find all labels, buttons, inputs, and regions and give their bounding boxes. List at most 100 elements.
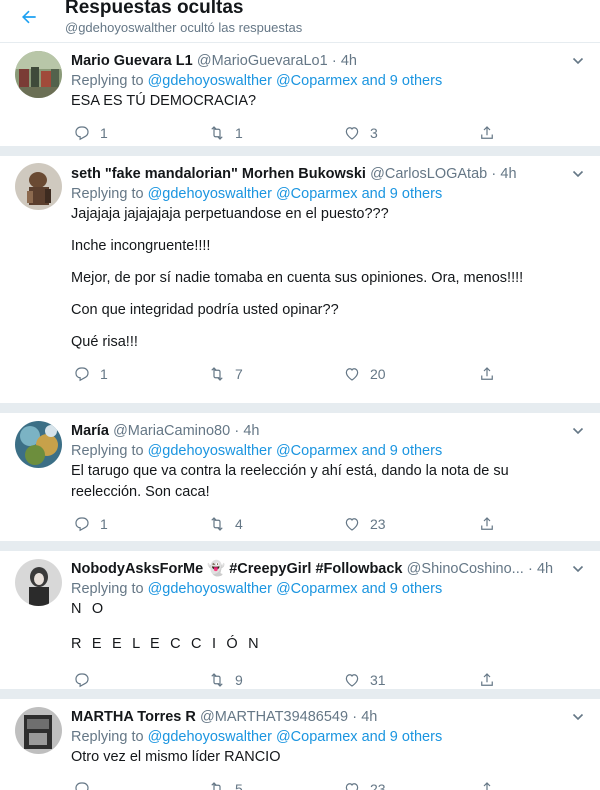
author-name[interactable]: María <box>71 423 109 439</box>
tweet[interactable]: Mario Guevara L1 @MarioGuevaraLo1 · 4h R… <box>0 43 600 156</box>
avatar[interactable] <box>15 559 62 606</box>
share-icon <box>481 673 493 686</box>
share-button[interactable] <box>476 365 516 383</box>
avatar[interactable] <box>15 421 62 468</box>
retweet-button[interactable]: 7 <box>206 365 341 383</box>
like-button[interactable]: 20 <box>341 365 476 383</box>
share-icon <box>481 367 493 380</box>
timestamp[interactable]: 4h <box>537 561 553 577</box>
like-count: 23 <box>370 781 386 790</box>
replying-links[interactable]: @gdehoyoswalther @Coparmex and 9 others <box>148 581 443 597</box>
like-button[interactable]: 31 <box>341 671 476 689</box>
replying-links[interactable]: @gdehoyoswalther @Coparmex and 9 others <box>148 443 443 459</box>
tweet-actions: 9 31 <box>71 663 580 697</box>
retweet-count: 1 <box>235 125 243 141</box>
chevron-down-icon[interactable] <box>572 563 584 575</box>
page-title: Respuestas ocultas <box>65 0 244 18</box>
back-button[interactable] <box>16 4 42 30</box>
replying-prefix: Replying to <box>71 73 148 89</box>
heart-icon <box>345 368 359 381</box>
tweet[interactable]: NobodyAsksForMe 👻 #CreepyGirl #Followbac… <box>0 551 600 699</box>
separator-dot: · <box>527 561 533 577</box>
page-header: Respuestas ocultas @gdehoyoswalther ocul… <box>0 0 600 43</box>
avatar[interactable] <box>15 707 62 754</box>
heart-icon <box>345 127 359 140</box>
author-name[interactable]: seth "fake mandalorian" Morhen Bukowski <box>71 166 366 182</box>
reply-icon <box>75 782 89 790</box>
like-count: 3 <box>370 125 378 141</box>
tweet-paragraph: N O <box>71 601 107 617</box>
replying-to: Replying to @gdehoyoswalther @Coparmex a… <box>71 184 580 204</box>
retweet-count: 4 <box>235 516 243 532</box>
tweet[interactable]: María @MariaCamino80 · 4h Replying to @g… <box>0 413 600 551</box>
replying-prefix: Replying to <box>71 443 148 459</box>
chevron-down-icon[interactable] <box>572 711 584 723</box>
retweet-button[interactable]: 5 <box>206 780 341 790</box>
heart-icon <box>345 518 359 531</box>
author-handle[interactable]: @MARTHAT39486549 <box>200 709 348 725</box>
tweet-text: Otro vez el mismo líder RANCIO <box>71 747 580 768</box>
reply-icon <box>75 673 89 688</box>
tweet-actions: 1 4 23 <box>71 507 580 541</box>
heart-icon <box>345 783 359 790</box>
tweet-paragraph: Otro vez el mismo líder RANCIO <box>71 749 281 765</box>
like-button[interactable]: 23 <box>341 515 476 533</box>
reply-button[interactable] <box>71 671 206 689</box>
retweet-icon <box>211 517 223 531</box>
avatar[interactable] <box>15 163 62 210</box>
like-count: 31 <box>370 672 386 688</box>
timestamp[interactable]: 4h <box>341 53 357 69</box>
retweet-button[interactable]: 9 <box>206 671 341 689</box>
replying-prefix: Replying to <box>71 186 148 202</box>
timestamp[interactable]: 4h <box>361 709 377 725</box>
share-button[interactable] <box>476 671 516 689</box>
chevron-down-icon[interactable] <box>572 55 584 67</box>
share-icon <box>481 517 493 530</box>
timestamp[interactable]: 4h <box>500 166 516 182</box>
author-handle[interactable]: @CarlosLOGAtab <box>370 166 487 182</box>
reply-button[interactable]: 1 <box>71 515 206 533</box>
like-count: 23 <box>370 516 386 532</box>
like-count: 20 <box>370 366 386 382</box>
tweet-paragraph: Inche incongruente!!!! <box>71 238 211 254</box>
retweet-icon <box>211 782 221 790</box>
reply-count: 1 <box>100 366 108 382</box>
replying-prefix: Replying to <box>71 581 148 597</box>
tweet-actions: 1 1 3 <box>71 116 580 150</box>
author-handle[interactable]: @MariaCamino80 <box>113 423 230 439</box>
tweet[interactable]: seth "fake mandalorian" Morhen Bukowski … <box>0 156 600 413</box>
avatar[interactable] <box>15 51 62 98</box>
retweet-button[interactable]: 1 <box>206 124 341 142</box>
timestamp[interactable]: 4h <box>243 423 259 439</box>
reply-button[interactable]: 1 <box>71 365 206 383</box>
tweet-paragraph: Qué risa!!! <box>71 334 138 350</box>
retweet-button[interactable]: 4 <box>206 515 341 533</box>
author-name[interactable]: Mario Guevara L1 <box>71 53 193 69</box>
like-button[interactable]: 23 <box>341 780 476 790</box>
replying-links[interactable]: @gdehoyoswalther @Coparmex and 9 others <box>148 73 443 89</box>
share-button[interactable] <box>476 515 516 533</box>
tweet-paragraph: Jajajaja jajajajaja perpetuandose en el … <box>71 206 389 222</box>
separator-dot: · <box>234 423 240 439</box>
replying-links[interactable]: @gdehoyoswalther @Coparmex and 9 others <box>148 729 443 745</box>
chevron-down-icon[interactable] <box>572 425 584 437</box>
chevron-down-icon[interactable] <box>572 168 584 180</box>
reply-icon <box>75 517 89 532</box>
tweet-paragraph: Con que integridad podría usted opinar?? <box>71 302 339 318</box>
share-button[interactable] <box>476 780 516 790</box>
author-name[interactable]: MARTHA Torres R <box>71 709 196 725</box>
author-handle[interactable]: @ShinoCoshino... <box>407 561 524 577</box>
retweet-icon <box>211 126 223 140</box>
reply-button[interactable] <box>71 780 206 790</box>
reply-button[interactable]: 1 <box>71 124 206 142</box>
tweet-text: El tarugo que va contra la reelección y … <box>71 461 580 503</box>
tweet-text: ESA ES TÚ DEMOCRACIA? <box>71 91 580 112</box>
tweet[interactable]: MARTHA Torres R @MARTHAT39486549 · 4h Re… <box>0 699 600 790</box>
retweet-count: 5 <box>235 781 243 790</box>
replying-to: Replying to @gdehoyoswalther @Coparmex a… <box>71 579 580 599</box>
share-button[interactable] <box>476 124 516 142</box>
author-handle[interactable]: @MarioGuevaraLo1 <box>197 53 328 69</box>
author-name[interactable]: NobodyAsksForMe 👻 #CreepyGirl #Followbac… <box>71 561 403 577</box>
replying-links[interactable]: @gdehoyoswalther @Coparmex and 9 others <box>148 186 443 202</box>
like-button[interactable]: 3 <box>341 124 476 142</box>
